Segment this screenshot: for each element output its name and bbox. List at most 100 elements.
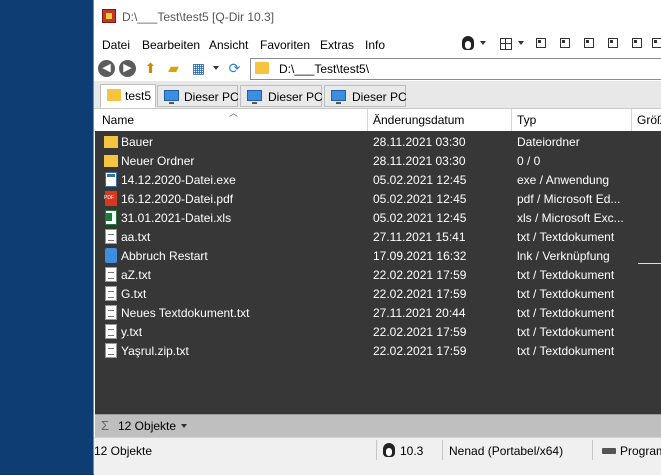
txt-file-icon (105, 305, 117, 320)
address-input[interactable] (250, 58, 661, 80)
view-triple-icon[interactable] (584, 38, 594, 48)
file-row[interactable]: Abbruch Restart 17.09.2021 16:32 lnk / Ver… (95, 246, 661, 265)
view-single-icon[interactable] (536, 38, 546, 48)
tab-test5[interactable]: test5 (100, 84, 156, 108)
txt-file-icon (105, 324, 117, 339)
file-date: 22.02.2021 17:59 (373, 287, 467, 301)
status-version: 10.3 (400, 444, 424, 458)
file-date: 27.11.2021 20:44 (373, 306, 466, 320)
view-vertical-icon[interactable] (652, 38, 661, 48)
layout-grid-icon[interactable] (500, 38, 512, 50)
exe-file-icon (105, 172, 117, 187)
pdf-file-icon (104, 191, 117, 206)
column-divider[interactable] (367, 109, 368, 131)
file-row[interactable]: y.txt 22.02.2021 17:59 txt / Textdokument (95, 322, 661, 341)
menu-extras[interactable]: Extras (320, 38, 354, 52)
file-type: txt / Textdokument (517, 230, 615, 244)
file-date: 28.11.2021 03:30 (373, 135, 466, 149)
summary-count[interactable]: 12 Objekte (118, 419, 176, 433)
file-name: Neues Textdokument.txt (121, 306, 250, 320)
txt-file-icon (105, 229, 117, 244)
tab-dieser-pc-2[interactable]: Dieser PC (240, 85, 323, 107)
folder-up-icon[interactable]: ⬆ (142, 60, 159, 76)
tab-dieser-pc-3[interactable]: Dieser PC (324, 85, 407, 107)
column-size[interactable]: Größ (637, 113, 661, 127)
penguin-icon[interactable] (462, 36, 474, 50)
status-bar: 12 Objekte 10.3 Nenad (Portabel/x64) Pro… (94, 437, 661, 475)
chevron-down-icon[interactable] (518, 41, 524, 45)
view-split-icon[interactable] (560, 38, 570, 48)
menu-favoriten[interactable]: Favoriten (260, 38, 310, 52)
file-name: Neuer Ordner (121, 154, 195, 168)
file-name: G.txt (121, 287, 147, 301)
open-folder-icon[interactable]: ▰ (165, 60, 182, 76)
chevron-down-icon[interactable] (213, 66, 219, 70)
file-type: exe / Anwendung (517, 173, 610, 187)
file-row[interactable]: aa.txt 27.11.2021 15:41 txt / Textdokument (95, 227, 661, 246)
status-count: 12 Objekte (94, 444, 153, 458)
chevron-down-icon[interactable] (480, 41, 486, 45)
tab-label: Dieser PC (268, 90, 323, 104)
file-row[interactable]: aZ.txt 22.02.2021 17:59 txt / Textdokument (95, 265, 661, 284)
file-type: Dateiordner (517, 135, 580, 149)
file-name: 16.12.2020-Datei.pdf (121, 192, 234, 206)
menu-datei[interactable]: Datei (102, 38, 130, 52)
sort-ascending-icon: ︿ (229, 108, 239, 118)
file-name: Yaşrul.zip.txt (121, 344, 189, 358)
file-name: aZ.txt (121, 268, 152, 282)
file-list[interactable]: Bauer 28.11.2021 03:30 Dateiordner Neuer Or… (95, 131, 661, 414)
file-row[interactable]: Bauer 28.11.2021 03:30 Dateiordner (95, 132, 661, 151)
file-name: 31.01.2021-Datei.xls (121, 211, 232, 225)
file-row[interactable]: 16.12.2020-Datei.pdf 05.02.2021 12:45 pdf … (95, 189, 661, 208)
menu-bearbeiten[interactable]: Bearbeiten (142, 38, 200, 52)
view-quad-icon[interactable] (608, 38, 618, 48)
column-date[interactable]: Änderungsdatum (373, 113, 464, 127)
status-divider (376, 440, 377, 460)
column-divider[interactable] (631, 109, 632, 131)
file-row[interactable]: Yaşrul.zip.txt 22.02.2021 17:59 txt / Text… (95, 341, 661, 360)
tab-label: Dieser PC (352, 90, 407, 104)
file-type: lnk / Verknüpfung (517, 249, 610, 263)
column-type[interactable]: Typ (517, 113, 536, 127)
file-date: 22.02.2021 17:59 (373, 268, 467, 282)
drive-icon (602, 448, 616, 454)
file-date: 05.02.2021 12:45 (373, 173, 467, 187)
menu-ansicht[interactable]: Ansicht (209, 38, 248, 52)
file-date: 05.02.2021 12:45 (373, 211, 467, 225)
file-row[interactable]: G.txt 22.02.2021 17:59 txt / Textdokument (95, 284, 661, 303)
view-mode-icon[interactable]: ▦ (190, 60, 207, 76)
file-type: txt / Textdokument (517, 268, 615, 282)
xls-file-icon (105, 210, 117, 225)
tab-dieser-pc-1[interactable]: Dieser PC (157, 85, 239, 107)
file-date: 22.02.2021 17:59 (373, 325, 467, 339)
app-icon (102, 9, 116, 23)
txt-file-icon (105, 267, 117, 282)
file-type: pdf / Microsoft Ed... (517, 192, 621, 206)
file-row[interactable]: Neues Textdokument.txt 27.11.2021 20:44 tx… (95, 303, 661, 322)
folder-icon (107, 89, 121, 101)
file-date: 17.09.2021 16:32 (373, 249, 467, 263)
forward-icon[interactable]: ▶ (119, 60, 136, 77)
window-title: D:\___Test\test5 [Q-Dir 10.3] (122, 10, 275, 24)
refresh-icon[interactable]: ⟳ (226, 60, 243, 76)
computer-icon (247, 90, 262, 104)
folder-icon (104, 136, 118, 148)
view-horizontal-icon[interactable] (632, 38, 642, 48)
file-type: 0 / 0 (517, 154, 541, 168)
menu-info[interactable]: Info (365, 38, 385, 52)
chevron-down-icon[interactable] (181, 424, 187, 428)
file-row[interactable]: 14.12.2020-Datei.exe 05.02.2021 12:45 exe … (95, 170, 661, 189)
qdir-window: D:\___Test\test5 [Q-Dir 10.3] Datei Bear… (93, 0, 661, 475)
column-name[interactable]: Name (102, 113, 134, 127)
status-divider (442, 440, 443, 460)
column-divider[interactable] (511, 109, 512, 131)
tab-label: test5 (125, 89, 152, 103)
file-row[interactable]: 31.01.2021-Datei.xls 05.02.2021 12:45 xls … (95, 208, 661, 227)
title-bar[interactable]: D:\___Test\test5 [Q-Dir 10.3] (94, 0, 661, 34)
back-icon[interactable]: ◀ (98, 60, 115, 77)
file-type: txt / Textdokument (517, 325, 615, 339)
file-row[interactable]: Neuer Ordner 28.11.2021 03:30 0 / 0 (95, 151, 661, 170)
txt-file-icon (105, 343, 117, 358)
lnk-file-icon (105, 248, 117, 263)
folder-icon (104, 155, 118, 167)
